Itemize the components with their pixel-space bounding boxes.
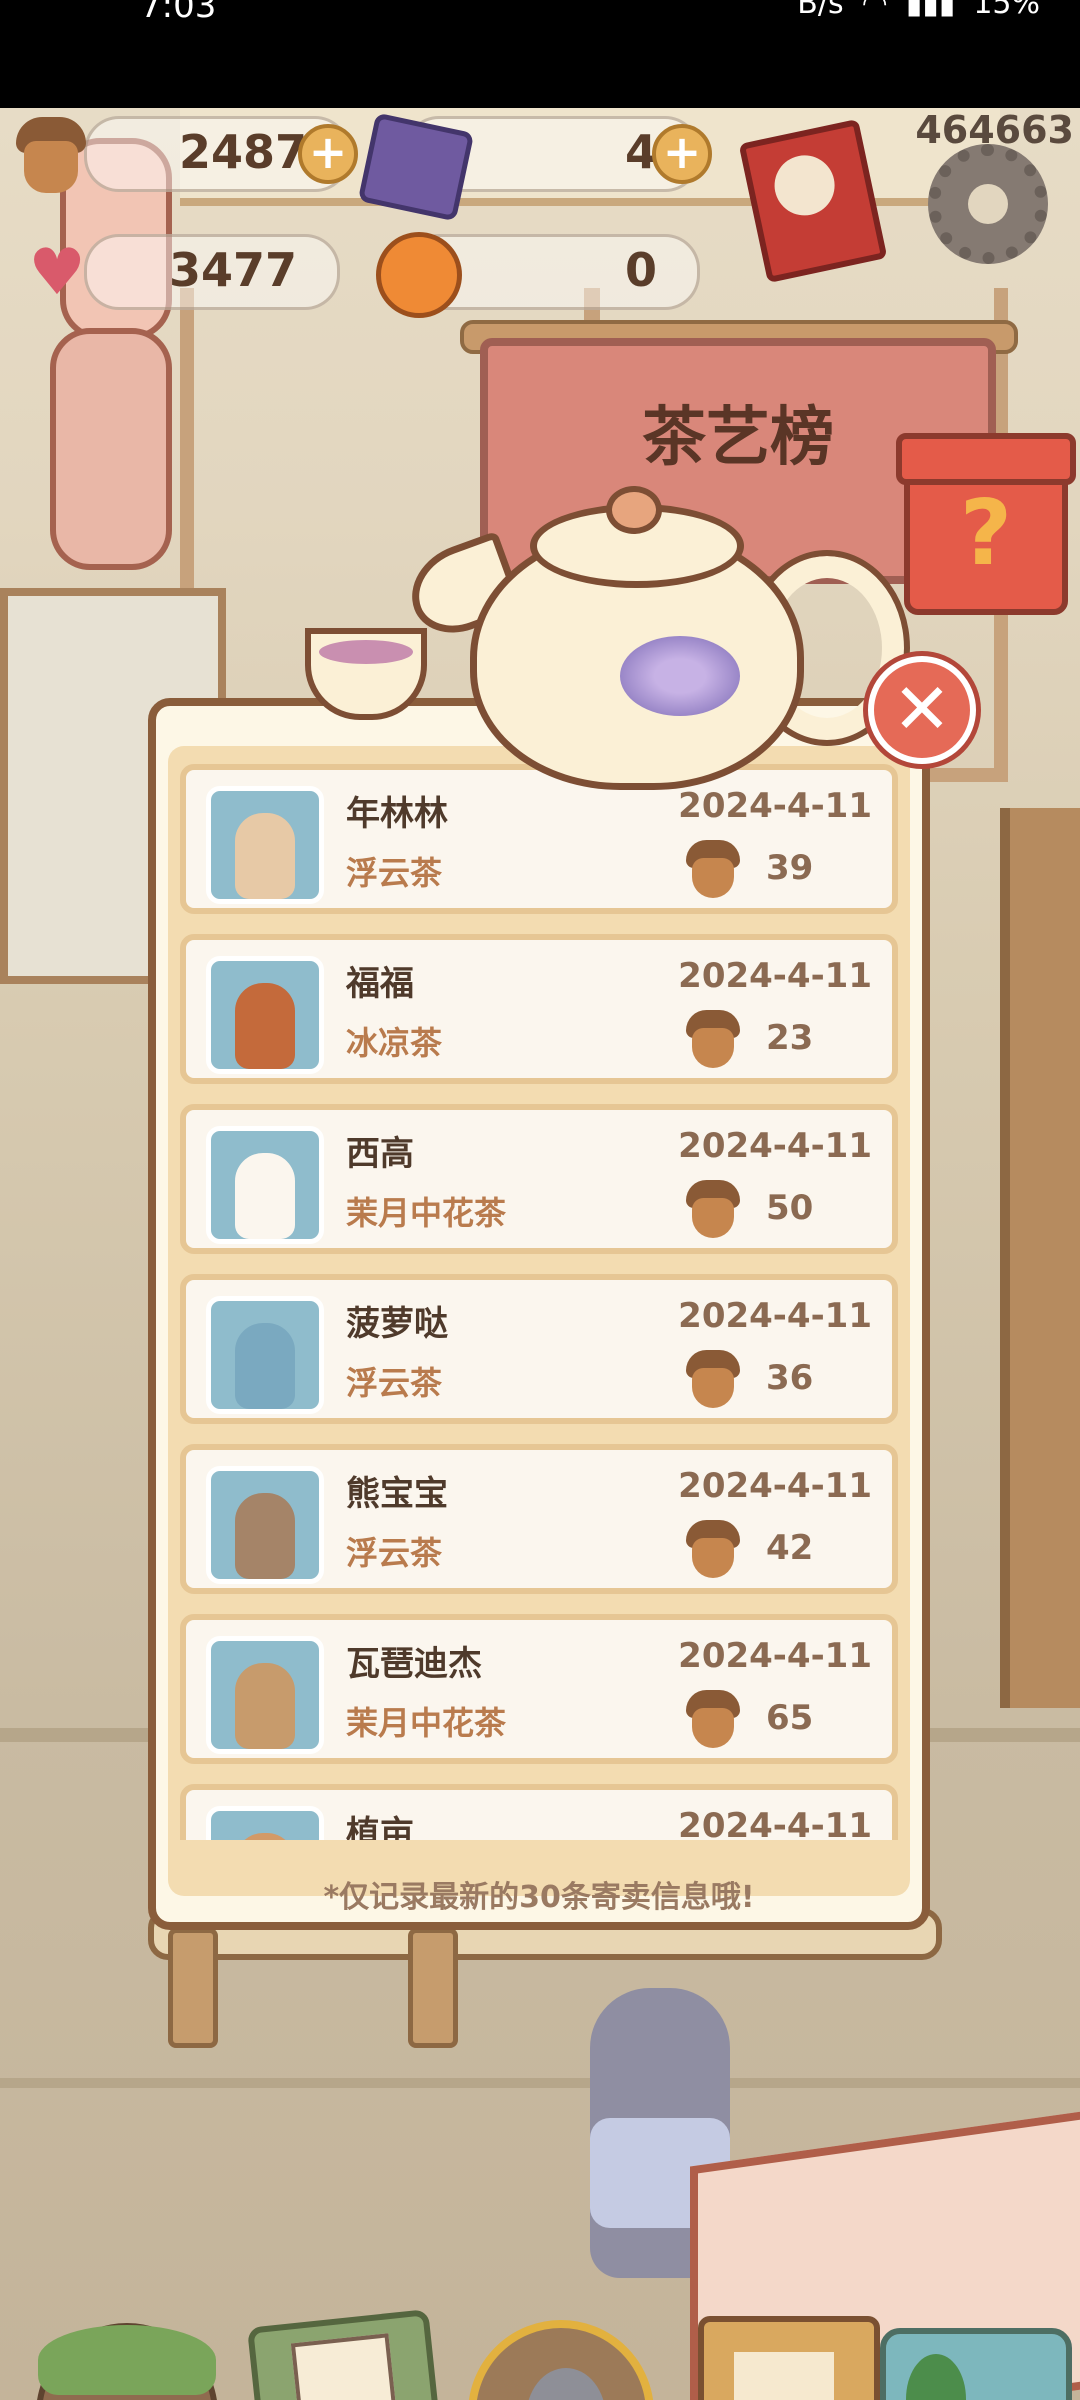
tasks-button[interactable] [698, 2316, 880, 2400]
acorn-reward: 39 [766, 848, 814, 888]
avatar [206, 1806, 324, 1840]
record-row[interactable]: 植亩 2024-4-11 [180, 1784, 898, 1840]
record-row[interactable]: 瓦琶迪杰茉月中花茶 2024-4-11 65 [180, 1614, 898, 1764]
buyer-name: 植亩 [346, 1814, 414, 1840]
acorn-icon [686, 1010, 740, 1068]
animal-portrait [235, 1663, 295, 1749]
tea-name: 浮云茶 [346, 1534, 443, 1572]
tea-name: 浮云茶 [346, 854, 443, 892]
network-speed: B/s [797, 0, 844, 21]
lantern [50, 328, 172, 570]
buyer-name: 菠萝哒 [346, 1304, 448, 1344]
sale-date: 2024-4-11 [678, 1636, 872, 1676]
buyer-name: 福福 [346, 964, 414, 1004]
footer-note: *仅记录最新的30条寄卖信息哦! [323, 1880, 755, 1915]
birds-button[interactable] [468, 2320, 654, 2400]
game-scene: 茶艺榜 2487 + 4 + 3477 ♥ 0 464663 ? 年林林 浮云茶 2… [0, 108, 1080, 2400]
mystery-gift-icon[interactable]: ? [896, 433, 1076, 615]
sale-date: 2024-4-11 [678, 1126, 872, 1166]
orange-icon [376, 232, 462, 318]
status-bar: 7:03 B/s ◠ ▮▮▮ 15% [0, 0, 1080, 108]
animal-portrait [235, 983, 295, 1069]
close-button[interactable]: ✕ [868, 656, 976, 764]
acorn-reward: 65 [766, 1698, 814, 1738]
animal-portrait [235, 1833, 295, 1840]
avatar [206, 786, 324, 904]
wifi-icon: ◠ [861, 0, 888, 21]
acorn-reward: 36 [766, 1358, 814, 1398]
mail-button[interactable] [246, 2308, 448, 2400]
table-decoration [148, 1908, 942, 2108]
avatar [206, 1466, 324, 1584]
avatar [206, 1296, 324, 1414]
record-row[interactable]: 菠萝哒浮云茶 2024-4-11 36 [180, 1274, 898, 1424]
acorn-reward: 23 [766, 1018, 814, 1058]
buyer-name: 瓦琶迪杰 [346, 1644, 482, 1684]
animal-portrait [235, 1493, 295, 1579]
record-row[interactable]: 福福冰凉茶 2024-4-11 23 [180, 934, 898, 1084]
sale-date: 2024-4-11 [678, 1466, 872, 1506]
acorn-count: 2487 [178, 125, 307, 179]
acorn-icon [686, 1350, 740, 1408]
record-row[interactable]: 熊宝宝浮云茶 2024-4-11 42 [180, 1444, 898, 1594]
animal-portrait [235, 813, 295, 899]
acorn-icon [686, 1520, 740, 1578]
acorn-icon [686, 1180, 740, 1238]
tea-name: 茉月中花茶 [346, 1704, 507, 1742]
sale-date: 2024-4-11 [678, 956, 872, 996]
buyer-name: 西高 [346, 1134, 414, 1174]
status-icons: B/s ◠ ▮▮▮ 15% [797, 0, 1040, 21]
tea-name: 浮云茶 [346, 1364, 443, 1402]
acorn-icon [686, 1690, 740, 1748]
record-panel: 年林林 浮云茶 2024-4-11 39 福福 冰凉茶 2024-4-11 23 西高 茉月中花茶… [168, 746, 910, 1915]
heart-counter: 3477 [84, 234, 340, 310]
animal-portrait [235, 1323, 295, 1409]
map-button[interactable] [880, 2328, 1072, 2400]
tea-name: 茉月中花茶 [346, 1194, 507, 1232]
acorn-icon [686, 840, 740, 898]
right-shelf [1000, 808, 1080, 1708]
sale-date: 2024-4-11 [678, 1806, 872, 1840]
heart-gem-icon: ♥ [28, 236, 86, 310]
animal-portrait [235, 1153, 295, 1239]
teapot-icon [398, 486, 910, 826]
avatar [206, 1636, 324, 1754]
orange-count: 0 [624, 243, 657, 297]
acorn-reward: 42 [766, 1528, 814, 1568]
home-button[interactable] [36, 2323, 218, 2400]
buyer-name: 熊宝宝 [346, 1474, 448, 1514]
gear-icon[interactable] [928, 144, 1048, 264]
acorn-reward: 50 [766, 1188, 814, 1228]
avatar [206, 956, 324, 1074]
record-row[interactable]: 西高茉月中花茶 2024-4-11 50 [180, 1104, 898, 1254]
tea-rank-dialog: 年林林 浮云茶 2024-4-11 39 福福 冰凉茶 2024-4-11 23 西高 茉月中花茶… [148, 698, 930, 1930]
acorn-icon [8, 112, 94, 198]
sale-date: 2024-4-11 [678, 1296, 872, 1336]
add-gems-button[interactable]: + [652, 124, 712, 184]
add-acorns-button[interactable]: + [298, 124, 358, 184]
status-time: 7:03 [140, 0, 217, 26]
avatar [206, 1126, 324, 1244]
battery-level: 15% [973, 0, 1040, 21]
tea-name: 冰凉茶 [346, 1024, 443, 1062]
record-list[interactable]: 年林林 浮云茶 2024-4-11 39 福福 冰凉茶 2024-4-11 23 西高 茉月中花茶… [180, 764, 898, 1840]
heart-count: 3477 [168, 243, 297, 297]
signal-icon: ▮▮▮ [905, 0, 956, 21]
